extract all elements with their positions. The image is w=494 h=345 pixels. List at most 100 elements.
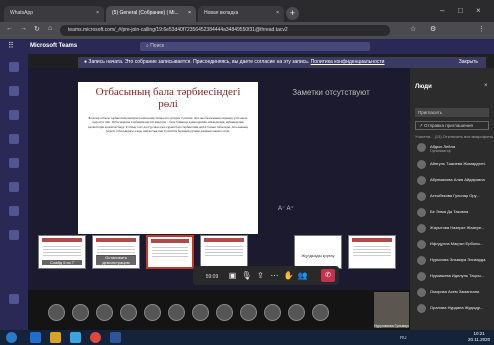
calendar-icon[interactable]: [9, 158, 19, 168]
participant-row[interactable]: Бе Элма Да Таковна: [414, 206, 494, 220]
stop-presenting-button[interactable]: Остановить демонстрацию: [96, 255, 136, 265]
microphone-icon[interactable]: 🎙: [241, 270, 252, 281]
participant-avatar[interactable]: [48, 304, 65, 321]
participant-row[interactable]: Оралова Нурдана Жудыдр...: [414, 302, 494, 316]
slide-title: Отбасының бала тәрбиесіндегі рөлі: [95, 86, 241, 110]
participant-avatar[interactable]: [144, 304, 161, 321]
close-icon[interactable]: ×: [96, 10, 99, 16]
notice-text: Запись начата. Это собрание записывается…: [88, 59, 310, 65]
tab-teams[interactable]: (5) General (Собрание) | Mi... ×: [106, 6, 196, 22]
maximize-button[interactable]: □: [458, 6, 463, 15]
file-explorer-icon[interactable]: [50, 332, 61, 343]
tab-new[interactable]: Новая вкладка ×: [198, 6, 284, 22]
close-icon[interactable]: ×: [276, 10, 279, 16]
language-indicator[interactable]: RU: [400, 335, 407, 340]
participant-avatar[interactable]: [72, 304, 89, 321]
participant-row[interactable]: Абулмахова Алия Айдаровна: [414, 174, 494, 188]
recording-notice: ● Запись начата. Это собрание записывает…: [78, 57, 486, 68]
tab-label: (5) General (Собрание) | Mi...: [112, 10, 179, 16]
files-icon[interactable]: [9, 206, 19, 216]
search-input[interactable]: ⌕ Поиск: [140, 42, 370, 51]
start-button-icon[interactable]: [6, 332, 17, 343]
app-title: Microsoft Teams: [30, 43, 78, 49]
ie-icon[interactable]: [30, 332, 41, 343]
app-launcher-icon[interactable]: ⠿: [8, 41, 14, 50]
dismiss-notice-button[interactable]: Закрыть: [459, 59, 478, 65]
phone-hangup-icon[interactable]: ✆: [321, 269, 335, 282]
participant-avatar[interactable]: [240, 304, 257, 321]
minimize-button[interactable]: –: [440, 6, 444, 15]
participant-row[interactable]: Ахтыбекова Гульнар Ору...: [414, 190, 494, 204]
participant-avatar[interactable]: [312, 304, 329, 321]
extensions-icon[interactable]: ⚙: [430, 25, 436, 33]
participant-name: Бе Элма Да Таковна: [430, 209, 469, 214]
share-invite-label: Отправка приглашения: [424, 123, 473, 128]
participant-row[interactable]: Жауытова Назерке Жазере...: [414, 222, 494, 236]
invite-input[interactable]: Пригласить: [415, 108, 489, 117]
share-screen-icon[interactable]: ⇪: [255, 270, 266, 281]
help-icon[interactable]: [9, 294, 19, 304]
slide-thumbnail[interactable]: [348, 235, 396, 269]
url-field[interactable]: teams.microsoft.com/_#/pre-join-calling/…: [60, 25, 390, 36]
timer-text: 59:09: [205, 274, 219, 280]
reload-icon[interactable]: ↻: [34, 25, 40, 33]
tab-label: Новая вкладка: [204, 10, 239, 16]
participant-avatar[interactable]: [264, 304, 281, 321]
bookmark-icon[interactable]: ☆: [410, 25, 416, 33]
tab-whatsapp[interactable]: WhatsApp ×: [4, 6, 104, 22]
media-player-icon[interactable]: [70, 332, 81, 343]
participant-row[interactable]: Нурыхова Эльмира Элизарда...: [414, 254, 494, 268]
more-actions-icon[interactable]: ⋯: [269, 270, 280, 281]
teams-icon[interactable]: [9, 110, 19, 120]
privacy-link[interactable]: Политика конфиденциальности: [311, 59, 385, 65]
participants-section-header[interactable]: Участни... (13) Отключить все микрофоны: [415, 134, 493, 139]
chat-icon[interactable]: [9, 86, 19, 96]
slide-thumbnail[interactable]: Слайд 6 из 7: [38, 235, 86, 269]
participant-row[interactable]: Абдыл Лейла Организатор: [414, 141, 494, 155]
participant-row[interactable]: Айнгуль Тәжиева Жомардтегі...: [414, 158, 494, 172]
back-icon[interactable]: ←: [6, 25, 13, 32]
clock[interactable]: 10:21 20.11.2020: [468, 331, 490, 343]
slide-thumbnail[interactable]: [200, 235, 248, 269]
participant-name: Айнгуль Тәжиева Жомардтегі...: [430, 161, 486, 166]
activity-icon[interactable]: [9, 62, 19, 72]
participants-icon[interactable]: 👥: [297, 270, 308, 281]
participant-avatar[interactable]: [120, 304, 137, 321]
participant-row[interactable]: Нуркишева Идилуль Таңсы...: [414, 270, 494, 284]
menu-icon[interactable]: ⋮: [478, 25, 485, 33]
share-invite-button[interactable]: ↗ Отправка приглашения: [415, 121, 489, 130]
participant-name: Нурыхова Эльмира Элизарда...: [430, 257, 486, 262]
participant-avatar[interactable]: [168, 304, 185, 321]
participant-role: Организатор: [430, 149, 451, 153]
new-tab-button[interactable]: +: [286, 7, 299, 20]
clock-date: 20.11.2020: [468, 337, 491, 342]
close-icon[interactable]: ×: [188, 10, 191, 16]
participant-name: Нуркишева Идилуль Таңсы...: [430, 273, 485, 278]
participant-row[interactable]: Ифлдұлла Мақтал Ерболы...: [414, 238, 494, 252]
search-placeholder: Поиск: [150, 43, 165, 49]
participant-row[interactable]: Оморова Асем Заманхана: [414, 286, 494, 300]
word-icon[interactable]: [110, 332, 121, 343]
participant-avatar[interactable]: [288, 304, 305, 321]
slide-body: Балалар отбасы тәрбиесінің шешуші рөлін …: [88, 116, 248, 134]
close-window-button[interactable]: ×: [476, 6, 481, 15]
slide-thumbnail-selected[interactable]: [146, 235, 194, 269]
thumbnail-caption: Слайд 6 из 7: [42, 260, 82, 265]
more-apps-icon[interactable]: [9, 230, 19, 240]
participant-avatar[interactable]: [192, 304, 209, 321]
calls-icon[interactable]: [9, 182, 19, 192]
assignments-icon[interactable]: [9, 134, 19, 144]
slide-thumbnail[interactable]: Остановить демонстрацию: [92, 235, 140, 269]
camera-icon[interactable]: ▣: [227, 270, 238, 281]
home-icon[interactable]: ⌂: [48, 25, 52, 32]
raise-hand-icon[interactable]: ✋: [283, 270, 294, 281]
chrome-icon[interactable]: [90, 332, 101, 343]
participant-avatar[interactable]: [216, 304, 233, 321]
system-tray[interactable]: RU: [400, 335, 407, 340]
close-icon[interactable]: ×: [484, 83, 488, 89]
font-size-controls[interactable]: A⁻ A⁺: [278, 205, 294, 212]
call-timer: 59:09: [197, 270, 227, 281]
participant-avatar[interactable]: [96, 304, 113, 321]
forward-icon[interactable]: →: [20, 25, 27, 32]
slide-thumbnail[interactable]: Жұлдызды қорғау: [294, 235, 342, 269]
